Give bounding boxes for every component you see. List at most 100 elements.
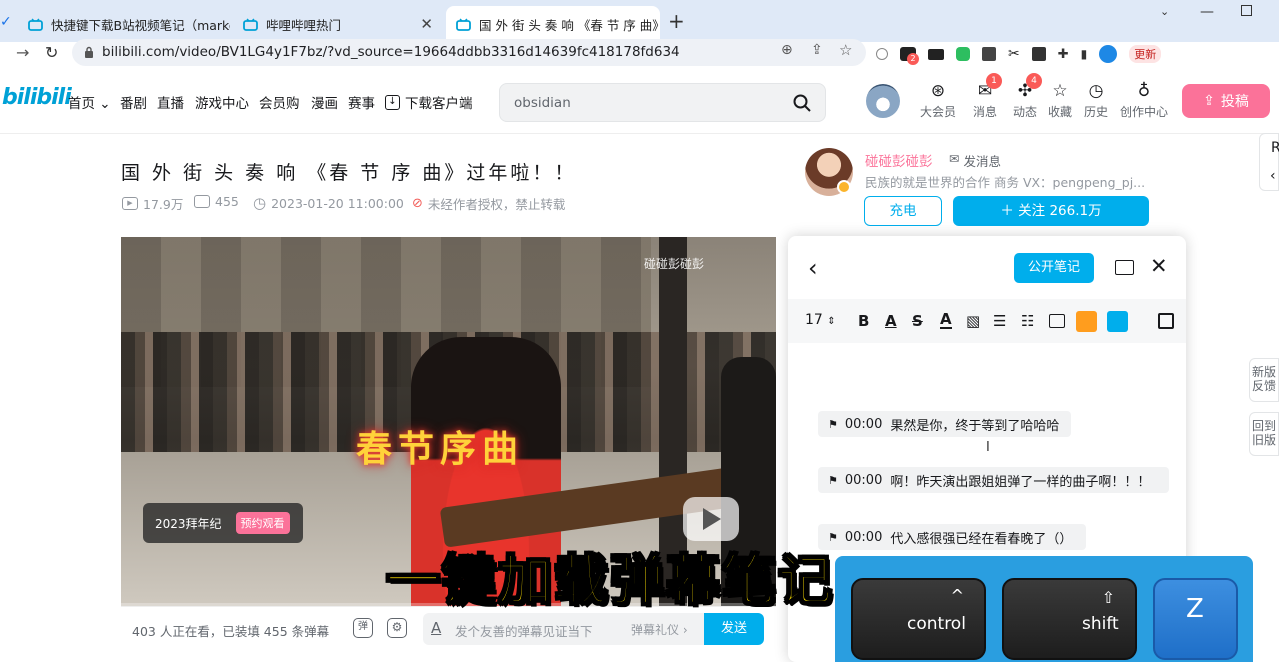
bookmark-star-icon[interactable]: ☆	[839, 41, 852, 59]
search-input[interactable]: obsidian	[514, 95, 571, 111]
close-icon[interactable]: ✕	[1150, 254, 1168, 278]
profile-avatar[interactable]	[1099, 45, 1118, 63]
minimize-icon[interactable]: —	[1200, 4, 1214, 20]
flag-icon: ⚑	[828, 417, 838, 431]
nav-games[interactable]: 游戏中心	[195, 92, 249, 112]
share-icon[interactable]: ⇪	[811, 42, 823, 58]
tape-extension-icon[interactable]	[928, 48, 944, 60]
nav-esports[interactable]: 赛事	[348, 92, 375, 112]
evernote-extension-icon[interactable]	[956, 47, 970, 61]
header-favorites[interactable]: ☆ 收藏	[1040, 81, 1080, 120]
promo-box[interactable]: 2023拜年纪 预约观看	[143, 503, 303, 543]
tab-search-icon[interactable]: ⌄	[1160, 5, 1169, 18]
note-line[interactable]: ⚑ 00:00 果然是你，终于等到了哈哈哈	[818, 411, 1071, 437]
back-to-old-version-tab[interactable]: 回到旧版	[1249, 412, 1279, 456]
zoom-icon[interactable]: ⊕	[781, 42, 793, 58]
danmaku-toggle-icon[interactable]: 弹	[353, 618, 373, 638]
highlight-icon[interactable]: ▧	[966, 312, 980, 330]
header-icon-label: 大会员	[919, 105, 956, 119]
follow-button[interactable]: ＋ 关注 266.1万	[953, 196, 1149, 226]
font-color-icon[interactable]: A	[940, 312, 952, 329]
danmaku-input-box[interactable]: A 发个友善的弹幕见证当下 弹幕礼仪 ›	[423, 613, 704, 645]
address-input[interactable]: bilibili.com/video/BV1LG4y1F7bz/?vd_sour…	[72, 39, 866, 66]
feedback-new-version-tab[interactable]: 新版反馈	[1249, 358, 1279, 402]
search-box[interactable]: obsidian	[499, 83, 826, 122]
header-dynamic[interactable]: ✣ 4 动态	[1005, 73, 1045, 120]
browser-tab-active[interactable]: 国 外 街 头 奏 响 《春 节 序 曲》 ✕	[446, 6, 660, 42]
translate-extension-icon[interactable]	[1031, 47, 1046, 61]
back-chevron-icon[interactable]: ‹	[808, 254, 818, 282]
screenshot-icon[interactable]	[1076, 311, 1097, 332]
bullet-list-icon[interactable]: ☷	[1021, 312, 1034, 330]
danmaku-etiquette-link[interactable]: 弹幕礼仪 ›	[631, 621, 688, 638]
header-history[interactable]: ◷ 历史	[1076, 81, 1116, 120]
update-button[interactable]: 更新	[1129, 45, 1162, 63]
circle-extension-icon[interactable]	[876, 48, 888, 60]
new-tab-button[interactable]: +	[668, 9, 685, 33]
download-icon: ↓	[385, 94, 400, 110]
browser-tab-2[interactable]: 哔哩哔哩热门 ✕	[233, 6, 443, 42]
screenshot-extension-icon[interactable]: 2	[900, 47, 919, 65]
message-badge: 1	[986, 73, 1002, 89]
nav-anime[interactable]: 番剧	[120, 92, 147, 112]
header-vip[interactable]: ⊛ 大会员	[918, 81, 958, 120]
star-icon: ☆	[1052, 81, 1068, 101]
header-creator[interactable]: ♁ 创作中心	[1117, 81, 1171, 120]
upload-button[interactable]: ⇪ 投稿	[1182, 84, 1270, 118]
maximize-icon[interactable]	[1241, 5, 1252, 16]
tab-title: 哔哩哔哩热门	[266, 17, 342, 33]
danmaku-input[interactable]: 发个友善的弹幕见证当下	[455, 621, 593, 640]
danmaku-icon	[194, 195, 210, 208]
key-label: Z	[1186, 594, 1204, 624]
forward-icon[interactable]: →	[16, 43, 29, 62]
charge-button[interactable]: 充电	[864, 196, 942, 226]
scissors-extension-icon[interactable]: ✂	[1008, 46, 1020, 62]
note-line[interactable]: ⚑ 00:00 代入感很强已经在看春晚了（）	[818, 524, 1086, 550]
uploader-name[interactable]: 碰碰彭碰彭	[865, 150, 933, 170]
danmaku-settings-icon[interactable]: ⚙	[387, 618, 407, 638]
upload-icon: ⇪	[1203, 93, 1215, 109]
tv-play-icon[interactable]	[683, 497, 739, 541]
save-icon[interactable]	[1158, 313, 1174, 329]
note-timestamp[interactable]: 00:00	[845, 473, 882, 488]
search-icon[interactable]	[793, 94, 811, 112]
promo-reserve-button[interactable]: 预约观看	[235, 512, 290, 534]
font-size-select[interactable]: 17 ⇕	[805, 312, 836, 328]
note-timestamp[interactable]: 00:00	[845, 417, 882, 432]
tab-close-icon[interactable]: ✕	[420, 15, 433, 33]
sidebar-toggle-icon[interactable]: ✓	[0, 14, 12, 30]
image-icon[interactable]	[1049, 314, 1065, 328]
nav-label: 首页	[68, 96, 95, 112]
timestamp-flag-icon[interactable]	[1107, 311, 1128, 332]
user-avatar[interactable]	[866, 84, 900, 118]
nav-manga[interactable]: 漫画	[311, 92, 338, 112]
folder-icon[interactable]	[1115, 260, 1134, 275]
header-messages[interactable]: ✉ 1 消息	[965, 73, 1005, 120]
doc-extension-icon[interactable]	[982, 47, 996, 61]
side-letter-tab[interactable]: R ‹	[1259, 133, 1279, 191]
bold-icon[interactable]: B	[858, 312, 869, 330]
strikethrough-icon[interactable]: S	[912, 312, 923, 330]
vip-icon: ⊛	[930, 81, 946, 101]
key-label: shift	[1082, 614, 1119, 634]
pin-extension-icon[interactable]: ▮	[1081, 47, 1088, 61]
nav-live[interactable]: 直播	[157, 92, 184, 112]
reload-icon[interactable]: ↻	[45, 43, 58, 62]
ordered-list-icon[interactable]: ☰	[993, 312, 1006, 330]
nav-home[interactable]: 首页 ⌄	[68, 92, 111, 112]
browser-tab-1[interactable]: 快捷键下载B站视频笔记（marko ✕	[18, 6, 230, 42]
play-count-value: 17.9万	[143, 197, 184, 212]
send-message-link[interactable]: ✉ 发消息	[949, 151, 1001, 170]
public-notes-button[interactable]: 公开笔记	[1014, 253, 1094, 283]
danmaku-count: 455	[194, 194, 239, 209]
nav-download[interactable]: ↓ 下载客户端	[385, 92, 473, 112]
note-line[interactable]: ⚑ 00:00 啊！昨天演出跟姐姐弹了一样的曲子啊！！！	[818, 467, 1169, 493]
font-style-icon[interactable]: A	[431, 619, 441, 637]
note-timestamp[interactable]: 00:00	[845, 530, 882, 545]
underline-icon[interactable]: A	[885, 312, 897, 330]
send-danmaku-button[interactable]: 发送	[704, 613, 764, 645]
puzzle-extension-icon[interactable]: ✚	[1058, 47, 1069, 62]
nav-shop[interactable]: 会员购	[259, 92, 300, 112]
bilibili-logo[interactable]: bilibili	[2, 85, 72, 110]
viewer-count: 403 人正在看，已装填 455 条弹幕	[132, 624, 330, 639]
